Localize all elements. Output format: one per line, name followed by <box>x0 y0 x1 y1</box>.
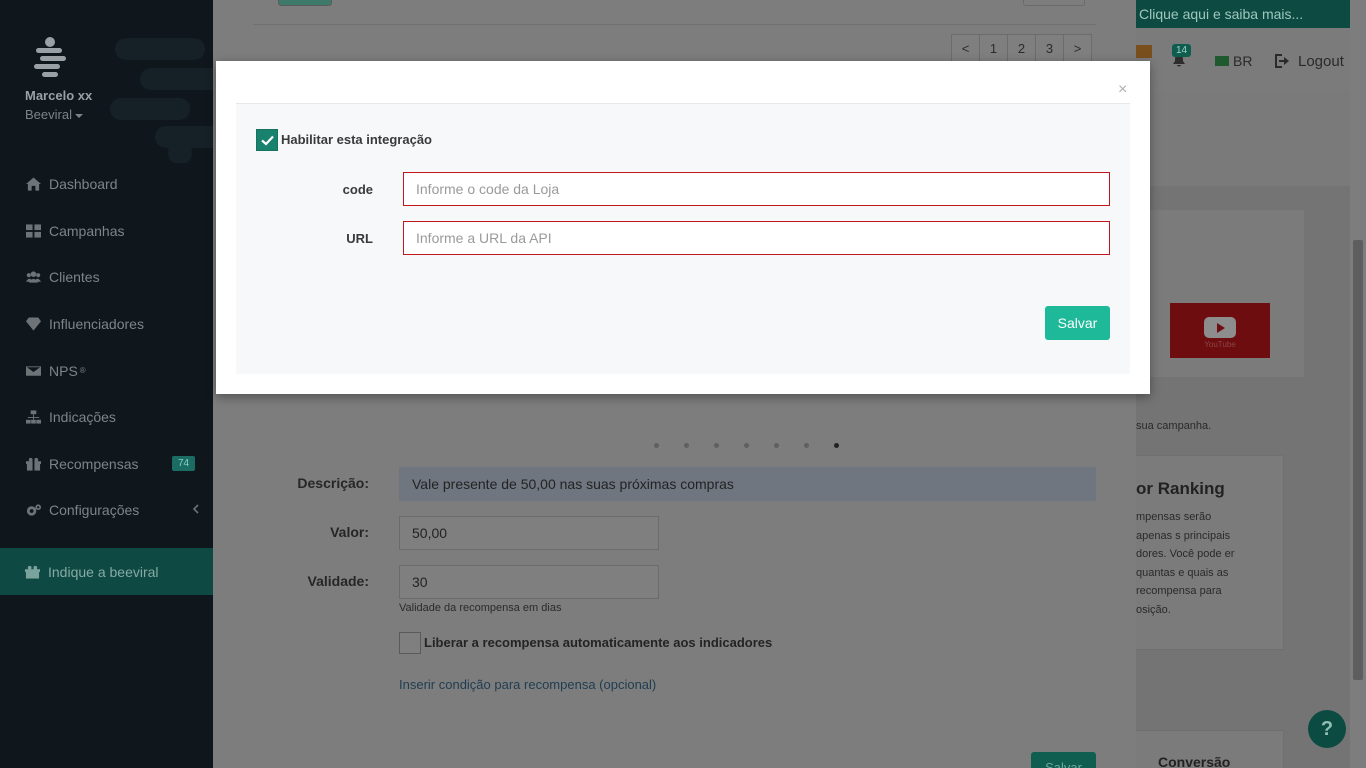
company-dropdown[interactable]: Beeviral <box>25 107 83 122</box>
help-button[interactable]: ? <box>1308 710 1346 748</box>
carousel-dot[interactable] <box>684 443 689 448</box>
conversao-title: Conversão <box>1158 754 1231 768</box>
sidebar-item-label: Recompensas <box>49 455 139 472</box>
ranking-description: mpensas serão apenas s principais dores.… <box>1136 511 1235 616</box>
indique-label: Indique a beeviral <box>48 563 159 580</box>
cogs-icon <box>25 503 41 517</box>
sitemap-icon <box>25 410 41 424</box>
logout-link[interactable]: Logout <box>1298 53 1344 70</box>
carousel-dot-active[interactable] <box>834 443 839 448</box>
sidebar-item-dashboard[interactable]: Dashboard <box>0 161 213 208</box>
gift-icon <box>25 457 41 471</box>
url-label: URL <box>346 231 373 246</box>
gift-icon <box>25 565 40 579</box>
youtube-label: YouTube <box>1204 340 1236 349</box>
youtube-button[interactable]: YouTube <box>1170 303 1270 358</box>
divider <box>253 24 1096 25</box>
sidebar-item-label: Influenciadores <box>49 316 144 333</box>
carousel-dot[interactable] <box>774 443 779 448</box>
validade-field[interactable]: 30 <box>399 565 659 599</box>
plan-tag <box>1136 45 1152 58</box>
sua-campanha-text: sua campanha. <box>1136 420 1212 432</box>
pagination-next[interactable]: > <box>1063 34 1092 62</box>
carousel-dot[interactable] <box>744 443 749 448</box>
sidebar-item-configuracoes[interactable]: Configurações <box>0 487 213 534</box>
sidebar-item-clientes[interactable]: Clientes <box>0 254 213 301</box>
sidebar-item-nps[interactable]: NPS ® <box>0 347 213 394</box>
pagination-page-3[interactable]: 3 <box>1035 34 1064 62</box>
users-icon <box>25 270 41 284</box>
ranking-title: or Ranking <box>1136 479 1225 498</box>
diamond-icon <box>25 317 41 331</box>
descricao-label: Descrição: <box>297 475 369 491</box>
valor-field[interactable]: 50,00 <box>399 516 659 550</box>
header-band <box>1136 92 1351 186</box>
sidebar: Marcelo xx Beeviral Dashboard Campanhas … <box>0 0 213 768</box>
logout-icon <box>1275 54 1289 68</box>
sidebar-item-recompensas[interactable]: Recompensas 74 <box>0 441 213 488</box>
company-name: Beeviral <box>25 107 72 122</box>
descricao-field[interactable]: Vale presente de 50,00 nas suas próximas… <box>399 467 1096 501</box>
sidebar-item-label: Clientes <box>49 269 100 286</box>
liberar-checkbox[interactable] <box>399 632 421 654</box>
scrollbar-thumb[interactable] <box>1353 240 1363 680</box>
habilitar-integracao-label: Habilitar esta integração <box>281 132 432 147</box>
check-icon <box>260 135 274 146</box>
language-selector[interactable]: BR <box>1233 53 1252 69</box>
recompensas-count-badge: 74 <box>172 455 196 471</box>
caret-down-icon <box>74 113 83 118</box>
sidebar-nav: Dashboard Campanhas Clientes Influenciad… <box>0 161 213 534</box>
inserir-condicao-link[interactable]: Inserir condição para recompensa (opcion… <box>399 677 656 692</box>
user-name: Marcelo xx <box>25 88 93 103</box>
youtube-play-icon <box>1204 317 1236 338</box>
registered-mark: ® <box>79 366 86 376</box>
carousel-dots <box>654 443 864 448</box>
habilitar-integracao-checkbox[interactable] <box>256 129 278 151</box>
sidebar-item-campanhas[interactable]: Campanhas <box>0 208 213 255</box>
pagination-page-1[interactable]: 1 <box>979 34 1008 62</box>
carousel-dot[interactable] <box>654 443 659 448</box>
sidebar-item-label: Campanhas <box>49 222 125 239</box>
toggle-switch[interactable] <box>278 0 332 6</box>
url-input[interactable] <box>403 221 1110 255</box>
code-label: code <box>342 182 373 197</box>
right-panel: Clique aqui e saiba mais... 14 BR Logout… <box>1136 0 1366 768</box>
pagination-prev[interactable]: < <box>951 34 980 62</box>
chevron-left-icon <box>192 504 199 514</box>
brazil-flag-icon <box>1215 56 1229 66</box>
sidebar-item-indicacoes[interactable]: Indicações <box>0 394 213 441</box>
modal-close-button[interactable]: × <box>1118 82 1127 98</box>
carousel-dot[interactable] <box>714 443 719 448</box>
notification-count-badge: 14 <box>1172 44 1192 57</box>
sidebar-item-label: NPS <box>49 362 78 379</box>
sidebar-item-label: Configurações <box>49 502 140 519</box>
indique-beeviral-button[interactable]: Indique a beeviral <box>0 548 213 595</box>
sidebar-item-label: Dashboard <box>49 176 118 193</box>
modal-body: Habilitar esta integração code URL Salva… <box>236 103 1130 374</box>
grid-icon <box>25 224 41 238</box>
beeviral-logo-icon <box>34 37 66 77</box>
page-size-select[interactable] <box>1023 0 1085 6</box>
envelope-icon <box>25 364 41 378</box>
home-icon <box>25 177 41 191</box>
info-banner-link[interactable]: Clique aqui e saiba mais... <box>1136 0 1366 28</box>
form-save-button[interactable]: Salvar <box>1031 752 1096 768</box>
validade-label: Validade: <box>307 573 369 589</box>
sidebar-item-influenciadores[interactable]: Influenciadores <box>0 301 213 348</box>
decorative-pattern-icon <box>110 38 213 163</box>
modal-save-button[interactable]: Salvar <box>1045 306 1110 340</box>
valor-label: Valor: <box>330 524 369 540</box>
integration-modal: × Habilitar esta integração code URL Sal… <box>216 61 1150 394</box>
sidebar-item-label: Indicações <box>49 409 116 426</box>
validade-help-text: Validade da recompensa em dias <box>399 602 562 614</box>
code-input[interactable] <box>403 172 1110 206</box>
liberar-label: Liberar a recompensa automaticamente aos… <box>424 635 773 650</box>
pagination-page-2[interactable]: 2 <box>1007 34 1036 62</box>
carousel-dot[interactable] <box>804 443 809 448</box>
pagination: < 1 2 3 > <box>951 34 1092 62</box>
